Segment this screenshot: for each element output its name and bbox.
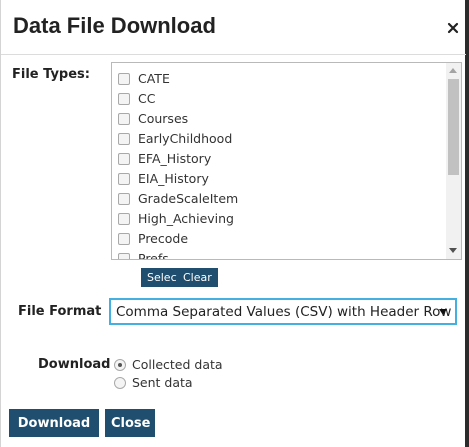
data-file-download-dialog: Data File Download File Types: CATE CC Cou… bbox=[0, 0, 469, 447]
radio-button[interactable] bbox=[114, 359, 126, 371]
chevron-down-icon bbox=[439, 309, 447, 315]
file-format-selected-value: Comma Separated Values (CSV) with Header… bbox=[116, 304, 452, 320]
file-type-checkbox[interactable] bbox=[118, 193, 130, 205]
radio-label-sent: Sent data bbox=[132, 375, 193, 390]
file-type-label: CATE bbox=[138, 71, 170, 86]
file-type-label: GradeScaleItem bbox=[138, 191, 239, 206]
file-type-item[interactable]: Prefs bbox=[116, 249, 436, 260]
file-type-item[interactable]: Courses bbox=[116, 109, 436, 129]
radio-button[interactable] bbox=[114, 377, 126, 389]
file-type-checkbox[interactable] bbox=[118, 153, 130, 165]
file-type-item[interactable]: EarlyChildhood bbox=[116, 129, 436, 149]
scrollbar-thumb[interactable] bbox=[448, 79, 459, 175]
radio-sent-data[interactable]: Sent data bbox=[114, 374, 314, 392]
file-type-label: Courses bbox=[138, 111, 189, 126]
file-types-label: File Types: bbox=[12, 67, 90, 82]
file-type-checkbox[interactable] bbox=[118, 73, 130, 85]
file-format-select[interactable]: Comma Separated Values (CSV) with Header… bbox=[109, 298, 457, 325]
file-type-item[interactable]: EFA_History bbox=[116, 149, 436, 169]
file-type-checkbox[interactable] bbox=[118, 233, 130, 245]
file-type-checkbox[interactable] bbox=[118, 213, 130, 225]
file-type-item[interactable]: EIA_History bbox=[116, 169, 436, 189]
clear-button[interactable]: Clear bbox=[177, 268, 218, 287]
file-type-checkbox[interactable] bbox=[118, 173, 130, 185]
file-type-item[interactable]: CC bbox=[116, 89, 436, 109]
file-type-item[interactable]: High_Achieving bbox=[116, 209, 436, 229]
file-type-item[interactable]: GradeScaleItem bbox=[116, 189, 436, 209]
download-option-label: Download bbox=[38, 357, 111, 372]
file-type-label: EIA_History bbox=[138, 171, 209, 186]
file-types-listbox[interactable]: CATE CC Courses EarlyChildhood EFA_History EI… bbox=[111, 62, 462, 260]
close-icon[interactable] bbox=[447, 22, 459, 34]
download-button[interactable]: Download bbox=[9, 409, 99, 437]
file-type-item[interactable]: CATE bbox=[116, 69, 436, 89]
file-type-label: Precode bbox=[138, 231, 189, 246]
radio-collected-data[interactable]: Collected data bbox=[114, 356, 314, 374]
radio-selected-dot bbox=[118, 363, 122, 367]
file-types-scrollbar[interactable] bbox=[446, 63, 461, 259]
file-type-label: EarlyChildhood bbox=[138, 131, 233, 146]
scroll-down-arrow-icon[interactable] bbox=[449, 248, 457, 253]
file-type-checkbox[interactable] bbox=[118, 253, 130, 259]
radio-label-collected: Collected data bbox=[132, 357, 223, 372]
file-type-label: High_Achieving bbox=[138, 211, 234, 226]
dialog-title: Data File Download bbox=[13, 13, 216, 38]
file-type-checkbox[interactable] bbox=[118, 93, 130, 105]
file-type-label: EFA_History bbox=[138, 151, 212, 166]
file-format-label: File Format bbox=[18, 304, 102, 319]
dialog-titlebar: Data File Download bbox=[1, 0, 466, 55]
close-button[interactable]: Close bbox=[105, 409, 155, 437]
file-type-label: CC bbox=[138, 91, 156, 106]
file-type-checkbox[interactable] bbox=[118, 133, 130, 145]
file-type-label: Prefs bbox=[138, 251, 169, 260]
scroll-up-arrow-icon[interactable] bbox=[449, 68, 457, 73]
file-type-checkbox[interactable] bbox=[118, 113, 130, 125]
file-type-item[interactable]: Precode bbox=[116, 229, 436, 249]
